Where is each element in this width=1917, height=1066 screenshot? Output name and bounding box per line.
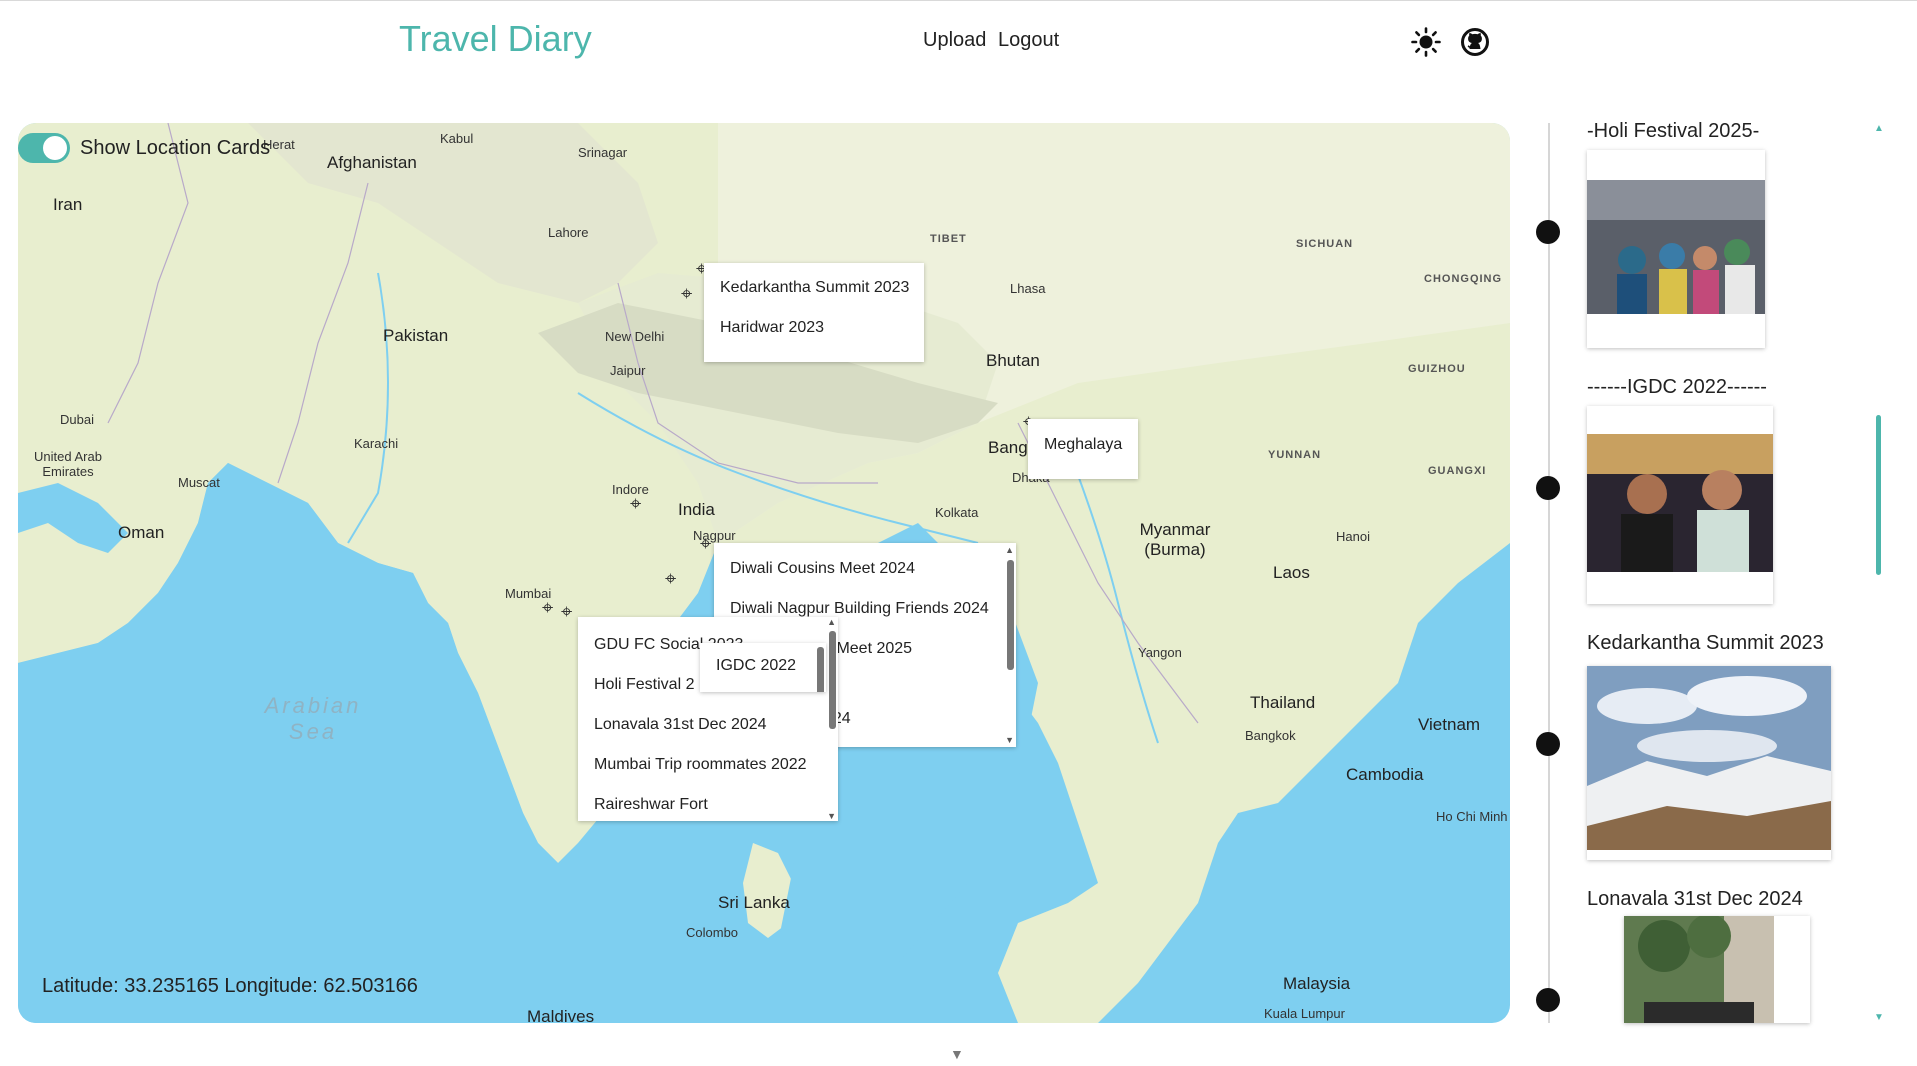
map-label: Vietnam (1418, 715, 1481, 734)
scroll-down-icon[interactable]: ▼ (1874, 1012, 1884, 1023)
logout-link[interactable]: Logout (998, 29, 1059, 51)
map-pin-icon[interactable]: ⌖ (681, 283, 692, 306)
map-label: Lhasa (1010, 281, 1046, 296)
map-pin-icon[interactable]: ⌖ (561, 601, 572, 624)
map-label: GUIZHOU (1408, 363, 1466, 375)
map-label: Kuala Lumpur (1264, 1006, 1345, 1021)
scroll-down-icon[interactable]: ▼ (827, 811, 836, 821)
map-label: Pakistan (383, 326, 449, 345)
app-title[interactable]: Travel Diary (399, 18, 592, 60)
timeline-dot[interactable] (1536, 988, 1560, 1012)
map-label: Myanmar (Burma) (1139, 520, 1211, 559)
map-label: Hanoi (1336, 529, 1370, 544)
map-label: India (678, 500, 715, 519)
map-label: Karachi (354, 436, 399, 451)
timeline-photo[interactable] (1624, 916, 1810, 1023)
map-pin-icon[interactable]: ⌖ (630, 493, 641, 516)
map-pin-icon[interactable]: ⌖ (542, 597, 553, 620)
map-label: Colombo (686, 925, 739, 940)
location-cards-toggle[interactable]: Show Location Cards (18, 133, 270, 163)
map-label: YUNNAN (1268, 449, 1322, 461)
map-label: Dubai (60, 412, 94, 427)
map-label: Maldives (527, 1007, 595, 1023)
map-label: Bangkok (1245, 728, 1296, 743)
map-label: Laos (1273, 563, 1310, 582)
scroll-down-icon[interactable]: ▼ (1005, 735, 1014, 745)
map-pin-icon[interactable]: ⌖ (665, 568, 676, 591)
map-label: Jaipur (610, 363, 646, 378)
timeline-entry-title[interactable]: -Holi Festival 2025- (1587, 120, 1759, 143)
timeline-entry-title[interactable]: ------IGDC 2022------ (1587, 376, 1767, 399)
map-label: Thailand (1250, 693, 1316, 712)
map-label: Oman (118, 523, 165, 542)
card-scrollbar[interactable] (829, 631, 836, 729)
map-pin-icon[interactable]: ⌖ (700, 533, 711, 556)
timeline-entry-title[interactable]: Lonavala 31st Dec 2024 (1587, 888, 1803, 911)
scroll-up-icon[interactable]: ▲ (827, 617, 836, 627)
map-label: United Arab Emirates (34, 449, 102, 479)
map-label: Ho Chi Minh C (1436, 809, 1510, 824)
location-card-item[interactable]: Diwali Cousins Meet 2024 (714, 549, 1016, 589)
location-card-item[interactable]: IGDC 2022 (700, 646, 826, 686)
upload-link[interactable]: Upload (923, 29, 986, 51)
github-icon[interactable] (1459, 26, 1491, 58)
map-label: Bhutan (986, 351, 1040, 370)
map-label: Afghanistan (327, 153, 417, 172)
map-label: New Delhi (605, 329, 665, 344)
map-label: Sri Lanka (718, 893, 790, 912)
timeline-line (1548, 123, 1550, 1023)
map-label: Kolkata (935, 505, 979, 520)
scroll-down-icon[interactable]: ▼ (950, 1046, 964, 1062)
location-card: IGDC 2022 (700, 643, 826, 692)
map-view[interactable]: Afghanistan Iran Pakistan India Oman Uni… (18, 123, 1510, 1023)
map-label: Yangon (1138, 645, 1182, 660)
location-card: Kedarkantha Summit 2023 Haridwar 2023 (704, 263, 924, 362)
timeline-photo[interactable] (1587, 666, 1831, 860)
location-card-item[interactable]: Meghalaya (1028, 425, 1138, 465)
location-card-item[interactable]: Raireshwar Fort (578, 785, 838, 821)
header: Travel Diary Upload Logout (0, 0, 1917, 90)
map-label: TIBET (930, 233, 967, 245)
location-card-item[interactable]: Haridwar 2023 (704, 308, 924, 348)
scroll-up-icon[interactable]: ▲ (1874, 123, 1884, 134)
map-label: GUANGXI (1428, 465, 1487, 477)
scroll-up-icon[interactable]: ▲ (1005, 545, 1014, 555)
timeline-dot[interactable] (1536, 476, 1560, 500)
timeline-dot[interactable] (1536, 220, 1560, 244)
card-scrollbar[interactable] (1007, 560, 1014, 670)
location-card-item[interactable]: Lonavala 31st Dec 2024 (578, 705, 838, 745)
timeline-photo[interactable] (1587, 406, 1773, 604)
coordinates-readout: Latitude: 33.235165 Longitude: 62.503166 (42, 975, 418, 997)
map-label: Kabul (440, 131, 474, 146)
nav-links: Upload Logout (923, 29, 1065, 52)
map-label: Cambodia (1346, 765, 1424, 784)
card-scrollbar[interactable] (817, 647, 824, 692)
map-label: SICHUAN (1296, 238, 1354, 250)
toggle-switch[interactable] (18, 133, 70, 163)
sun-icon[interactable] (1410, 26, 1442, 58)
map-label: Arabian Sea (264, 693, 362, 744)
map-label: Srinagar (578, 145, 628, 160)
map-label: Malaysia (1283, 974, 1351, 993)
toggle-knob (43, 136, 67, 160)
timeline-photo[interactable] (1587, 150, 1765, 348)
timeline-scrollbar[interactable] (1876, 415, 1881, 575)
timeline-entry-title[interactable]: Kedarkantha Summit 2023 (1587, 632, 1824, 655)
map-label: Iran (53, 195, 83, 214)
location-card-item[interactable]: Kedarkantha Summit 2023 (704, 268, 924, 308)
location-card-item[interactable]: Mumbai Trip roommates 2022 (578, 745, 838, 785)
location-card: Meghalaya (1028, 419, 1138, 479)
map-label: Lahore (548, 225, 589, 240)
map-label: Muscat (178, 475, 220, 490)
toggle-label: Show Location Cards (80, 136, 271, 159)
map-label: CHONGQING (1424, 273, 1503, 285)
timeline-dot[interactable] (1536, 732, 1560, 756)
